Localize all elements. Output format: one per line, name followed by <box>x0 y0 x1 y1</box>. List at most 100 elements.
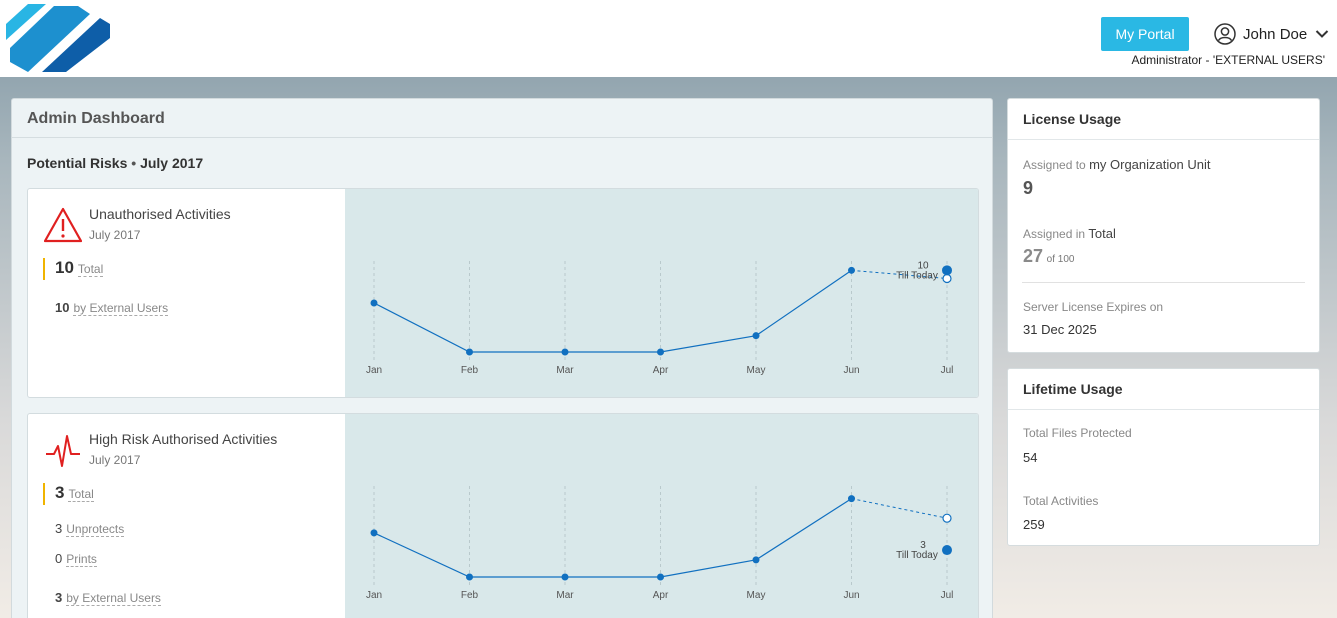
data-point <box>752 556 760 564</box>
section-period: July 2017 <box>140 155 204 171</box>
assigned-prefix: Assigned to <box>1023 158 1086 172</box>
x-tick-label: Feb <box>461 590 479 601</box>
user-role: Administrator - 'EXTERNAL USERS' <box>1131 53 1325 67</box>
stat-external-users: 10 by External Users <box>55 300 169 316</box>
card-title: High Risk Authorised Activities <box>89 431 278 447</box>
x-tick-label: Mar <box>556 365 574 376</box>
card-title: Unauthorised Activities <box>89 206 231 222</box>
total-activities-value: 259 <box>1023 517 1045 532</box>
stat-label[interactable]: Prints <box>66 553 97 567</box>
line-chart: Jan Feb Mar Apr May Jun Jul10Till Today <box>366 260 954 376</box>
card-summary: Unauthorised Activities July 2017 10 Tot… <box>28 189 345 397</box>
assigned-unit: my Organization Unit <box>1089 157 1211 172</box>
assigned-total-value-row: 27 of 100 <box>1023 246 1074 267</box>
data-point <box>370 299 378 307</box>
card-subtitle: July 2017 <box>89 228 141 242</box>
stat-label[interactable]: Unprotects <box>66 523 125 537</box>
chevron-down-icon[interactable] <box>1315 29 1329 39</box>
data-point <box>561 348 569 356</box>
today-caption-label: Till Today <box>896 550 938 561</box>
series-line <box>373 269 852 353</box>
stat-label[interactable]: by External Users <box>66 592 161 606</box>
high-risk-activities-card: High Risk Authorised Activities July 201… <box>27 413 979 618</box>
user-avatar-icon <box>1214 23 1236 45</box>
x-tick-label: Jan <box>366 590 382 601</box>
assigned-total-of: of 100 <box>1046 254 1075 265</box>
user-name: John Doe <box>1243 25 1308 43</box>
stat-value: 3 <box>55 521 63 536</box>
data-point <box>752 332 760 340</box>
stat-value: 10 <box>55 300 70 315</box>
assigned-total-value: 27 <box>1023 246 1044 266</box>
stat-unprotects: 3 Unprotects <box>55 521 125 537</box>
data-point <box>848 495 855 503</box>
divider <box>1022 282 1305 283</box>
total-label[interactable]: Total <box>77 263 104 277</box>
total-value: 10 <box>55 258 74 277</box>
unauthorised-activities-chart: Jan Feb Mar Apr May Jun Jul 10 Till Today <box>345 189 978 397</box>
total-value: 3 <box>55 483 65 502</box>
x-tick-label: May <box>747 590 766 601</box>
x-tick-label: Apr <box>653 365 669 376</box>
section-label: Potential Risks <box>27 155 128 171</box>
heartbeat-icon <box>46 435 80 467</box>
unauthorised-activities-card: Unauthorised Activities July 2017 10 Tot… <box>27 188 979 398</box>
today-point <box>942 265 952 276</box>
section-separator: • <box>131 155 137 171</box>
today-caption-label: Till Today <box>896 270 938 281</box>
series-line <box>373 498 852 578</box>
lifetime-usage-panel: Lifetime Usage Total Files Protected 54 … <box>1007 368 1320 546</box>
lifetime-usage-title: Lifetime Usage <box>1008 369 1319 410</box>
license-expires-label: Server License Expires on <box>1023 300 1164 314</box>
x-tick-label: May <box>747 365 766 376</box>
license-usage-title: License Usage <box>1008 99 1319 140</box>
total-activities-label: Total Activities <box>1023 494 1099 508</box>
assigned-org-value: 9 <box>1023 178 1034 198</box>
files-protected-value: 54 <box>1023 450 1038 465</box>
total-label[interactable]: Total <box>68 488 94 502</box>
company-logo <box>6 4 110 72</box>
line-chart: Jan Feb Mar Apr May Jun Jul3Till Today <box>366 486 954 601</box>
total-row: 3 Total <box>43 483 94 505</box>
card-summary: High Risk Authorised Activities July 201… <box>28 414 345 618</box>
stat-prints: 0 Prints <box>55 551 97 567</box>
total-word: Total <box>1088 226 1116 241</box>
x-tick-label: Jun <box>843 365 859 376</box>
section-title: Potential Risks • July 2017 <box>27 155 203 171</box>
x-tick-label: Jul <box>941 590 954 601</box>
my-portal-button[interactable]: My Portal <box>1101 17 1189 51</box>
x-tick-label: Jul <box>941 365 954 376</box>
projected-point <box>942 273 952 284</box>
card-subtitle: July 2017 <box>89 453 141 467</box>
data-point <box>370 529 378 537</box>
x-tick-label: Jun <box>843 590 859 601</box>
page-title: Admin Dashboard <box>12 99 992 138</box>
data-point <box>466 573 473 581</box>
license-usage-panel: License Usage Assigned to my Organizatio… <box>1007 98 1320 353</box>
data-point <box>657 348 664 356</box>
high-risk-activities-chart: Jan Feb Mar Apr May Jun Jul 3 Till Today <box>345 414 978 618</box>
warning-icon <box>44 207 82 243</box>
top-bar: My Portal John Doe Administrator - 'EXTE… <box>0 0 1337 77</box>
stat-external-users: 3 by External Users <box>55 590 161 606</box>
total-row: 10 Total <box>43 258 104 280</box>
data-point <box>466 348 473 356</box>
x-tick-label: Feb <box>461 365 479 376</box>
projection-line <box>851 498 948 519</box>
x-tick-label: Jan <box>366 365 382 376</box>
today-point <box>942 545 952 556</box>
projected-point <box>942 513 952 523</box>
x-tick-label: Mar <box>556 590 574 601</box>
assigned-total-label: Assigned in Total <box>1023 226 1116 241</box>
data-point <box>657 573 664 581</box>
license-expires-value: 31 Dec 2025 <box>1023 322 1097 337</box>
files-protected-label: Total Files Protected <box>1023 426 1132 440</box>
admin-dashboard-panel: Admin Dashboard Potential Risks • July 2… <box>11 98 993 618</box>
total-prefix: Assigned in <box>1023 227 1086 241</box>
user-menu[interactable]: John Doe <box>1214 22 1329 46</box>
assigned-org-label: Assigned to my Organization Unit <box>1023 157 1210 172</box>
stat-label[interactable]: by External Users <box>73 302 169 316</box>
x-tick-label: Apr <box>653 590 669 601</box>
data-point <box>561 573 569 581</box>
stat-value: 0 <box>55 551 63 566</box>
